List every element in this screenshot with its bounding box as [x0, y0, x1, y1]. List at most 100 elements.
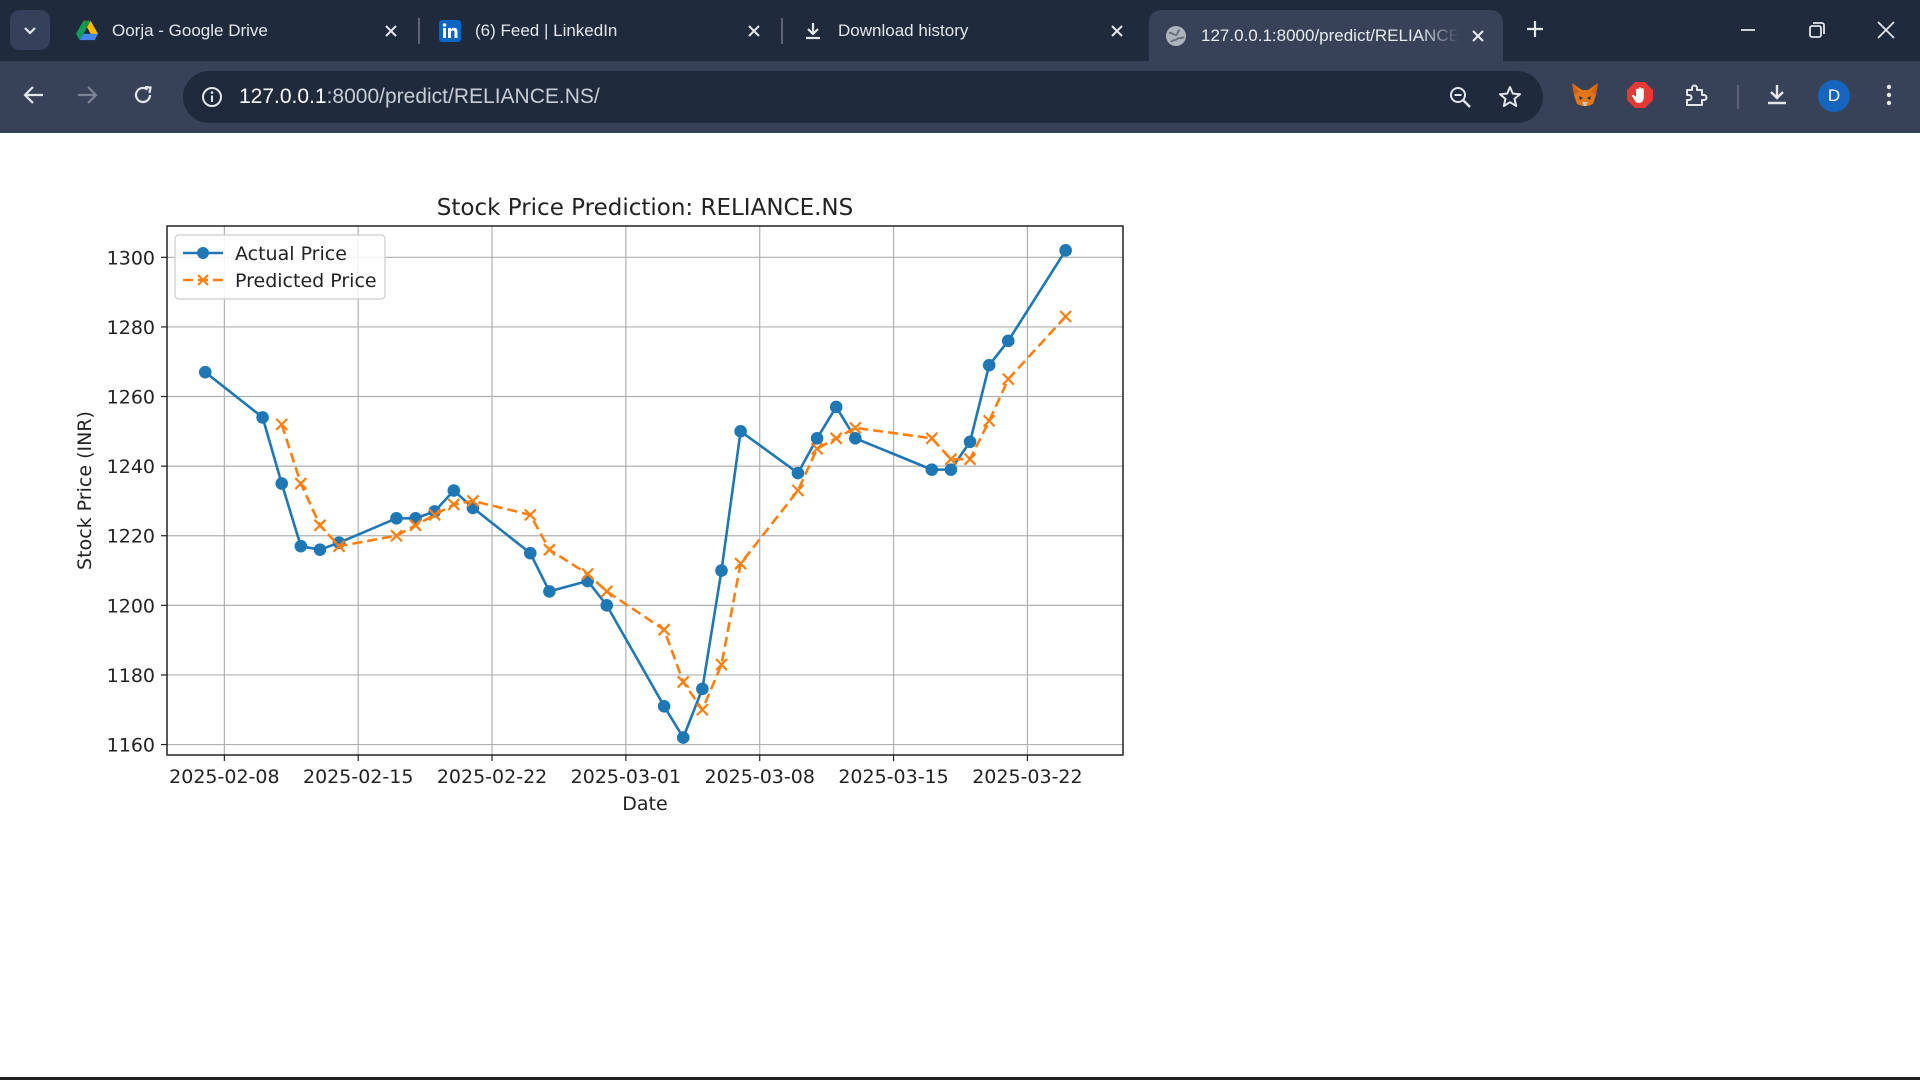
restore-icon: [1809, 22, 1825, 38]
globe-icon: [1165, 25, 1187, 47]
predicted-price-point: [696, 703, 709, 717]
stock-price-chart: 2025-02-08 2025-02-15 2025-02-22 2025-03-01…: [74, 195, 1124, 815]
toolbar-separator: [1737, 85, 1739, 109]
plot-frame: [166, 225, 1124, 756]
page-content: 2025-02-08 2025-02-15 2025-02-22 2025-03-01…: [0, 133, 1920, 1078]
minimize-icon: [1741, 29, 1755, 31]
forward-arrow-icon: [78, 86, 98, 104]
legend-label: Actual Price: [235, 243, 347, 265]
adblock-extension-button[interactable]: [1622, 77, 1658, 113]
predicted-price-point: [963, 452, 977, 466]
reload-button[interactable]: [123, 75, 163, 115]
metamask-extension-button[interactable]: [1567, 77, 1603, 113]
x-tick-label: 2025-03-15: [838, 766, 948, 788]
series-actual-price: [198, 244, 1072, 744]
actual-price-point: [390, 512, 403, 525]
profile-avatar[interactable]: D: [1818, 80, 1850, 112]
close-icon[interactable]: [743, 20, 765, 42]
toolbar: 127.0.0.1:8000/predict/RELIANCE.NS/ D: [0, 61, 1920, 133]
actual-price-point: [849, 431, 862, 445]
predicted-price-point: [1002, 372, 1015, 386]
actual-price-point: [829, 400, 843, 414]
y-axis-label: Stock Price (INR): [74, 411, 96, 570]
x-tick-label: 2025-03-08: [705, 766, 815, 788]
actual-price-point: [313, 543, 327, 556]
close-icon[interactable]: [380, 20, 402, 42]
close-icon[interactable]: [1106, 20, 1128, 42]
y-tick-label: 1260: [107, 387, 155, 409]
actual-price-point: [256, 411, 269, 424]
back-arrow-icon: [23, 86, 43, 104]
chevron-down-icon: [24, 27, 36, 35]
tab-separator: [781, 18, 783, 44]
x-axis-label: Date: [622, 793, 667, 815]
forward-button[interactable]: [67, 75, 107, 115]
actual-price-point: [275, 477, 289, 490]
close-icon: [1877, 21, 1895, 39]
download-icon: [1768, 85, 1786, 105]
download-icon: [802, 20, 824, 42]
actual-price-point: [523, 546, 537, 560]
star-icon: [1499, 86, 1521, 107]
restore-button[interactable]: [1789, 8, 1845, 52]
tab-predict-page[interactable]: 127.0.0.1:8000/predict/RELIANCE.NS/: [1149, 10, 1503, 61]
actual-price-point: [676, 731, 690, 744]
minimize-button[interactable]: [1720, 8, 1776, 52]
address-bar[interactable]: 127.0.0.1:8000/predict/RELIANCE.NS/: [183, 71, 1543, 123]
url-host: 127.0.0.1: [239, 85, 327, 108]
predicted-price-point: [982, 414, 996, 428]
extensions-button[interactable]: [1678, 77, 1714, 113]
new-tab-button[interactable]: [1518, 12, 1552, 46]
address-url[interactable]: 127.0.0.1:8000/predict/RELIANCE.NS/: [239, 85, 600, 109]
actual-price-point: [734, 425, 747, 438]
predicted-price-point: [543, 543, 556, 556]
tab-search-button[interactable]: [10, 10, 50, 50]
stop-hand-icon: [1627, 82, 1653, 108]
actual-price-point: [791, 466, 805, 480]
actual-price-point: [657, 699, 671, 713]
back-button[interactable]: [14, 75, 54, 115]
tab-linkedin[interactable]: (6) Feed | LinkedIn: [423, 10, 779, 52]
zoom-button[interactable]: [1445, 82, 1475, 112]
y-tick-label: 1280: [107, 317, 155, 339]
actual-price-point: [600, 599, 614, 612]
y-tick-label: 1220: [107, 526, 155, 548]
legend-marker: [197, 247, 209, 259]
bookmark-button[interactable]: [1495, 82, 1525, 112]
y-tick-label: 1300: [107, 247, 155, 269]
predicted-price-point: [1059, 310, 1072, 323]
actual-price-point: [1059, 244, 1072, 257]
info-icon: [202, 87, 222, 107]
actual-price-point: [925, 463, 939, 476]
site-info-button[interactable]: [193, 78, 231, 116]
legend-label: Predicted Price: [235, 270, 377, 292]
x-tick-label: 2025-02-08: [169, 766, 279, 788]
google-drive-icon: [76, 20, 98, 42]
tab-title: Download history: [838, 21, 969, 40]
actual-price-point: [1001, 334, 1015, 348]
actual-price-point: [963, 435, 977, 449]
reload-icon: [134, 85, 152, 104]
menu-button[interactable]: [1871, 77, 1907, 113]
x-tick-label: 2025-03-01: [571, 766, 681, 788]
actual-price-point: [715, 564, 728, 577]
fox-icon: [1572, 83, 1598, 106]
predicted-price-point: [810, 442, 824, 456]
actual-price-point: [810, 431, 824, 445]
close-window-button[interactable]: [1858, 8, 1914, 52]
zoom-out-icon: [1450, 87, 1471, 108]
x-tick-label: 2025-03-22: [972, 766, 1082, 788]
x-tick-label: 2025-02-22: [437, 766, 547, 788]
predicted-price-point: [676, 675, 690, 689]
tab-download-history[interactable]: Download history: [786, 10, 1142, 52]
y-tick-label: 1160: [107, 735, 155, 757]
close-icon[interactable]: [1467, 25, 1489, 47]
predicted-price-point: [829, 432, 843, 445]
actual-price-point: [982, 358, 996, 372]
downloads-button[interactable]: [1759, 77, 1795, 113]
tab-google-drive[interactable]: Oorja - Google Drive: [60, 10, 416, 52]
actual-price-point: [294, 539, 308, 553]
tab-strip: Oorja - Google Drive (6) Feed | LinkedIn…: [0, 0, 1920, 61]
y-tick-label: 1200: [107, 595, 155, 617]
predicted-price-point: [925, 432, 939, 445]
